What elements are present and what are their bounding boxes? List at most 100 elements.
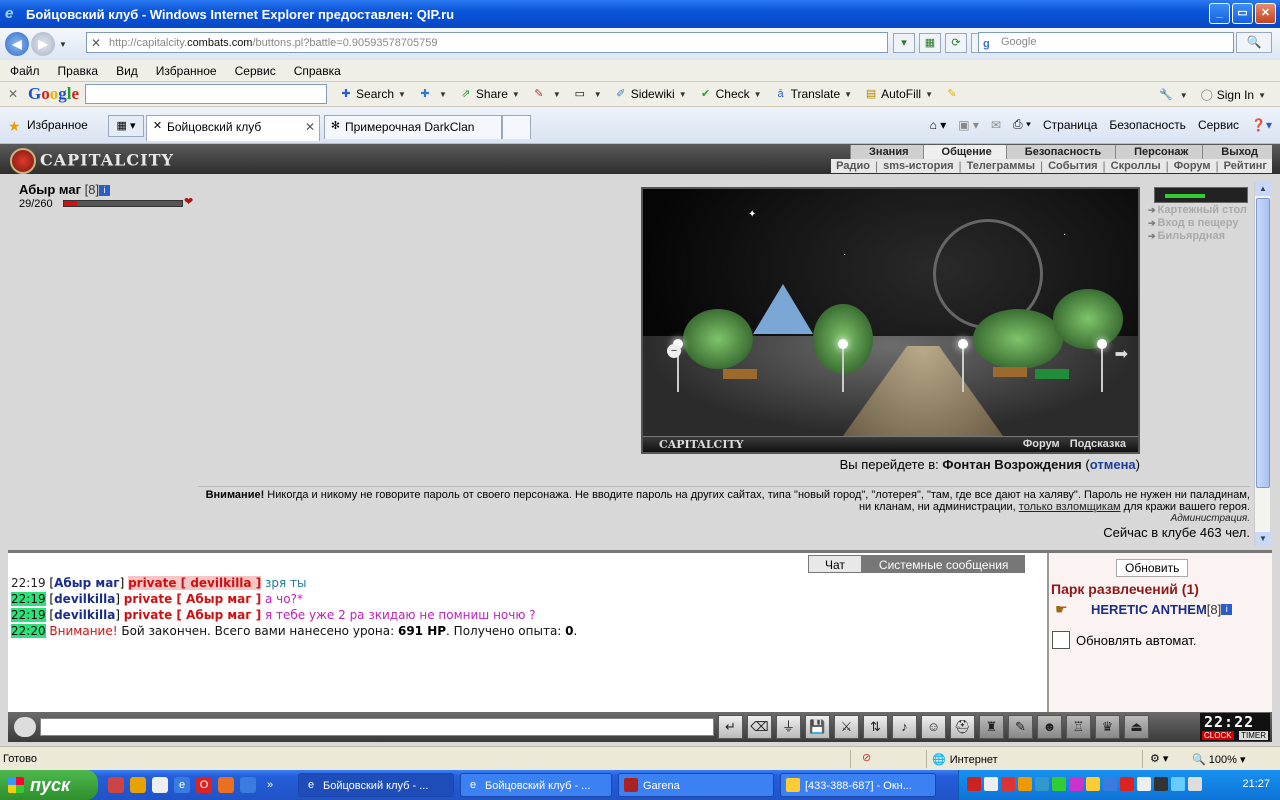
save-icon[interactable]: 💾: [805, 715, 830, 739]
popup-blocker-button[interactable]: ▭ ▼: [567, 83, 608, 105]
refresh-button[interactable]: Обновить: [1116, 559, 1189, 577]
scroll-thumb[interactable]: [1256, 198, 1270, 488]
subnav-radio[interactable]: Радио: [831, 159, 875, 173]
eraser-icon[interactable]: ⌫: [747, 715, 772, 739]
page-menu[interactable]: Страница: [1043, 118, 1097, 132]
app-icon[interactable]: [108, 777, 124, 793]
subnav-rating[interactable]: Рейтинг: [1219, 159, 1272, 173]
new-tab-button[interactable]: [502, 115, 531, 139]
link-billiards[interactable]: Бильярдная: [1148, 230, 1250, 242]
help-icon[interactable]: ❓▾: [1251, 118, 1272, 132]
cup-icon[interactable]: ♛: [1095, 715, 1120, 739]
nav-character[interactable]: Персонаж: [1115, 145, 1202, 159]
chat-private-target[interactable]: private [ Абыр маг ]: [124, 608, 261, 622]
forward-button[interactable]: ▶: [31, 32, 55, 56]
favorites-star-icon[interactable]: ★: [8, 118, 21, 135]
chat-time[interactable]: 22:19: [11, 576, 46, 590]
filter-icon[interactable]: ⏚: [776, 715, 801, 739]
castle-icon[interactable]: ♖: [1066, 715, 1091, 739]
media-icon[interactable]: [152, 777, 168, 793]
scene-hint-link[interactable]: Подсказка: [1070, 438, 1126, 450]
tray-icon[interactable]: [1086, 777, 1100, 791]
menu-help[interactable]: Справка: [284, 64, 349, 78]
subnav-events[interactable]: События: [1043, 159, 1102, 173]
tab-chat[interactable]: Чат: [808, 555, 862, 573]
chat-input[interactable]: [40, 718, 714, 736]
hackers-link[interactable]: только взломщикам: [1019, 501, 1121, 513]
player-name[interactable]: Абыр маг: [19, 182, 81, 197]
scroll-icon[interactable]: ✎: [1008, 715, 1033, 739]
translate-button[interactable]: ā Translate ▼: [768, 83, 859, 105]
subnav-scrolls[interactable]: Скроллы: [1106, 159, 1166, 173]
history-dropdown-icon[interactable]: ▼: [59, 40, 67, 49]
sidewiki-button[interactable]: ✐ Sidewiki ▼: [608, 83, 693, 105]
refresh-icon[interactable]: ⟳: [945, 33, 967, 53]
maximize-button[interactable]: ▭: [1232, 3, 1253, 24]
chat-time[interactable]: 22:19: [11, 608, 46, 622]
nav-communication[interactable]: Общение: [922, 145, 1006, 159]
address-field[interactable]: ✕ http://capitalcity. combats.com/buttons…: [86, 32, 888, 53]
blocked-icon[interactable]: ⊘: [862, 751, 871, 764]
tray-icon[interactable]: [1137, 777, 1151, 791]
tray-icon[interactable]: [984, 777, 998, 791]
app-icon[interactable]: [130, 777, 146, 793]
link-card-table[interactable]: Картежный стол: [1148, 204, 1250, 216]
tray-icon[interactable]: [1035, 777, 1049, 791]
task-garena[interactable]: Garena: [618, 773, 774, 797]
chat-private-target[interactable]: private [ Абыр маг ]: [124, 592, 261, 606]
tab-darkclan[interactable]: ✻ Примерочная DarkClan: [324, 115, 502, 139]
enter-icon[interactable]: ↵: [718, 715, 743, 739]
helmet-icon[interactable]: ⛑: [950, 715, 975, 739]
address-dropdown-icon[interactable]: ▾: [893, 33, 915, 53]
chat-private-target[interactable]: private [ devilkilla ]: [128, 576, 262, 590]
auto-refresh-checkbox[interactable]: [1052, 631, 1070, 649]
print-icon[interactable]: ⎙ ▾: [1013, 117, 1031, 132]
occupant-name[interactable]: HERETIC ANTHEM: [1091, 602, 1207, 617]
subnav-forum[interactable]: Форум: [1169, 159, 1216, 173]
protected-mode-icon[interactable]: ⚙ ▾: [1150, 752, 1168, 765]
volume-icon[interactable]: [1188, 777, 1202, 791]
game-logo[interactable]: CAPITALCITY: [10, 148, 174, 174]
scroll-down-icon[interactable]: ▼: [1255, 532, 1271, 546]
scroll-up-icon[interactable]: ▲: [1255, 182, 1271, 196]
opera-icon[interactable]: O: [196, 777, 212, 793]
smiley-menu-icon[interactable]: [14, 717, 36, 737]
tray-icon[interactable]: [1018, 777, 1032, 791]
network-icon[interactable]: [1171, 777, 1185, 791]
tray-icon[interactable]: [1052, 777, 1066, 791]
fight-icon[interactable]: ⚔: [834, 715, 859, 739]
minimize-button[interactable]: _: [1209, 3, 1230, 24]
google-search-button[interactable]: ✚ Search ▼: [333, 83, 412, 105]
highlight-button[interactable]: ✎: [939, 83, 968, 105]
menu-file[interactable]: Файл: [0, 64, 48, 78]
menu-favorites[interactable]: Избранное: [146, 64, 225, 78]
chat-author[interactable]: devilkilla: [54, 592, 115, 606]
scene-forum-link[interactable]: Форум: [1023, 438, 1060, 450]
close-button[interactable]: ✕: [1255, 3, 1276, 24]
tools-menu[interactable]: Сервис: [1198, 118, 1239, 132]
bag-icon[interactable]: ♜: [979, 715, 1004, 739]
sign-in-button[interactable]: ◯ Sign In ▼: [1194, 84, 1272, 106]
home-icon[interactable]: ⌂ ▾: [930, 118, 947, 132]
more-chevron-icon[interactable]: »: [262, 777, 278, 793]
share-button[interactable]: ⇗ Share ▼: [453, 83, 526, 105]
nav-security[interactable]: Безопасность: [1005, 145, 1115, 159]
tab-system-messages[interactable]: Системные сообщения: [861, 555, 1026, 573]
zoom-level[interactable]: 🔍 100% ▾: [1192, 753, 1245, 766]
settings-wrench-button[interactable]: 🔧 ▼: [1153, 84, 1194, 106]
zoom-control[interactable]: −: [667, 344, 683, 394]
circus-tent[interactable]: [753, 284, 813, 334]
info-icon[interactable]: i: [99, 185, 111, 197]
quick-tabs-button[interactable]: ▦ ▾: [108, 115, 144, 137]
add-button[interactable]: ✚ ▼: [412, 83, 453, 105]
favorites-button[interactable]: Избранное: [27, 118, 88, 132]
back-button[interactable]: ◀: [5, 32, 29, 56]
mail-icon[interactable]: ✉: [991, 118, 1001, 132]
tray-icon[interactable]: [1103, 777, 1117, 791]
task-fight-club-1[interactable]: e Бойцовский клуб - ...: [298, 773, 454, 797]
page-scrollbar[interactable]: ▲ ▼: [1254, 182, 1271, 546]
trade-icon[interactable]: ⇅: [863, 715, 888, 739]
chat-time[interactable]: 22:20: [11, 624, 46, 638]
exit-icon[interactable]: ⏏: [1124, 715, 1149, 739]
arrow-right-icon[interactable]: ➡: [1115, 344, 1128, 364]
